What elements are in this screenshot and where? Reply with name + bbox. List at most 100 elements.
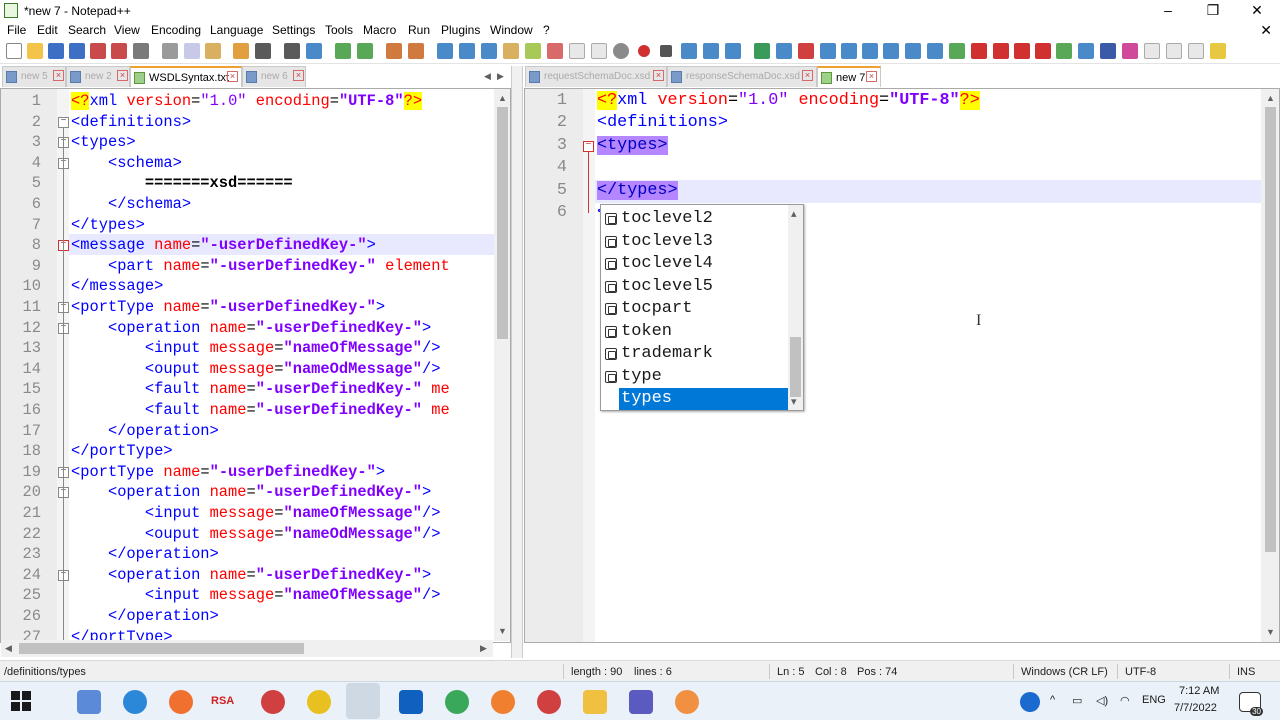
code-line[interactable]: <?xml version="1.0" encoding="UTF-8"?> bbox=[597, 90, 980, 112]
code-line[interactable]: <fault name="-userDefinedKey-" me bbox=[71, 379, 450, 400]
code-line[interactable]: <types> bbox=[597, 135, 668, 157]
autocomplete-scrollbar[interactable]: ▴ ▾ bbox=[788, 205, 803, 410]
scrollbar-thumb[interactable] bbox=[497, 107, 508, 339]
code-line[interactable]: </operation> bbox=[71, 606, 219, 627]
code-line[interactable]: <?xml version="1.0" encoding="UTF-8"?> bbox=[71, 91, 423, 112]
plugin-d-icon[interactable] bbox=[1122, 43, 1138, 59]
file-explorer-icon[interactable] bbox=[583, 690, 607, 714]
macro-play-icon[interactable] bbox=[681, 43, 697, 59]
tab-new-5[interactable]: new 5 × bbox=[2, 66, 66, 87]
autocomplete-item[interactable]: toclevel3 bbox=[601, 231, 789, 253]
autocomplete-item[interactable]: toclevel5 bbox=[601, 276, 789, 298]
code-line[interactable]: <schema> bbox=[71, 153, 182, 174]
redo-icon[interactable] bbox=[255, 43, 271, 59]
norton-icon[interactable] bbox=[307, 690, 331, 714]
tab-close-icon[interactable]: × bbox=[653, 70, 664, 81]
plugin-f-icon[interactable] bbox=[1166, 43, 1182, 59]
code-line[interactable]: <fault name="-userDefinedKey-" me bbox=[71, 400, 450, 421]
macro-record-button-icon[interactable] bbox=[638, 45, 650, 57]
nav-bar-icon[interactable] bbox=[905, 43, 921, 59]
teams-icon[interactable] bbox=[629, 690, 653, 714]
autocomplete-item[interactable]: token bbox=[601, 321, 789, 343]
notification-icon[interactable]: 30 bbox=[1239, 692, 1263, 716]
tab-wsdlsyntax[interactable]: WSDLSyntax.txt × bbox=[130, 66, 242, 87]
close-file-icon[interactable] bbox=[90, 43, 106, 59]
scrollbar-thumb[interactable] bbox=[1265, 107, 1276, 552]
fold-toggle-icon[interactable]: − bbox=[583, 140, 594, 152]
tab-close-icon[interactable]: × bbox=[802, 70, 813, 81]
tab-request-schema[interactable]: requestSchemaDoc.xsd × bbox=[525, 66, 667, 87]
code-line[interactable]: <operation name="-userDefinedKey-"> bbox=[71, 482, 431, 503]
code-line[interactable]: </operation> bbox=[71, 544, 219, 565]
language-indicator[interactable]: ENG bbox=[1142, 694, 1166, 706]
code-line[interactable]: <input message="nameOfMessage"/> bbox=[71, 585, 441, 606]
prev-diff-icon[interactable] bbox=[841, 43, 857, 59]
plugin-e-icon[interactable] bbox=[1144, 43, 1160, 59]
code-line[interactable]: <portType name="-userDefinedKey-"> bbox=[71, 462, 385, 483]
code-line[interactable]: </types> bbox=[597, 180, 678, 202]
plugin-g-icon[interactable] bbox=[1188, 43, 1204, 59]
open-file-icon[interactable] bbox=[27, 43, 43, 59]
firefox-icon[interactable] bbox=[491, 690, 515, 714]
avast-icon[interactable] bbox=[169, 690, 193, 714]
autocomplete-item[interactable]: toclevel2 bbox=[601, 208, 789, 230]
menu-macro[interactable]: Macro bbox=[363, 23, 396, 37]
macro-save-icon[interactable] bbox=[725, 43, 741, 59]
replace-icon[interactable] bbox=[306, 43, 322, 59]
code-line[interactable]: </operation> bbox=[71, 421, 219, 442]
print-icon[interactable] bbox=[133, 43, 149, 59]
rsa-icon[interactable]: RSA bbox=[211, 695, 241, 719]
code-line[interactable]: <definitions> bbox=[597, 112, 728, 134]
last-diff-icon[interactable] bbox=[883, 43, 899, 59]
code-line[interactable]: <input message="nameOfMessage"/> bbox=[71, 338, 441, 359]
chrome-icon[interactable] bbox=[445, 690, 469, 714]
clear-compare-icon[interactable] bbox=[798, 43, 814, 59]
postman-icon[interactable] bbox=[675, 690, 699, 714]
menu-view[interactable]: View bbox=[114, 23, 140, 37]
monitor-icon[interactable] bbox=[591, 43, 607, 59]
code-line[interactable]: <definitions> bbox=[71, 112, 191, 133]
menu-help[interactable]: ? bbox=[543, 23, 550, 37]
left-editor-pane[interactable]: 1 2 3 4 5 6 7 8 9 10 11 12 13 14 15 16 17 18 19 20 21 22 23 24 2… bbox=[0, 88, 511, 643]
indent-guide-icon[interactable] bbox=[481, 43, 497, 59]
zoom-out-icon[interactable] bbox=[357, 43, 373, 59]
tab-close-icon[interactable]: × bbox=[227, 71, 238, 82]
code-line[interactable]: </portType> bbox=[71, 441, 173, 462]
network-icon[interactable]: ▭ bbox=[1072, 694, 1082, 707]
start-icon[interactable] bbox=[10, 690, 34, 714]
scroll-up-icon[interactable]: ▲ bbox=[1266, 93, 1275, 103]
autocomplete-item[interactable]: tocpart bbox=[601, 298, 789, 320]
menu-run[interactable]: Run bbox=[408, 23, 430, 37]
plugin-i-icon[interactable] bbox=[1232, 43, 1248, 59]
tray-chevron-icon[interactable]: ^ bbox=[1050, 694, 1055, 706]
code-line[interactable]: <operation name="-userDefinedKey-"> bbox=[71, 565, 431, 586]
udl-icon[interactable] bbox=[503, 43, 519, 59]
record-macro-icon[interactable] bbox=[613, 43, 629, 59]
vertical-scrollbar[interactable]: ▲ ▼ bbox=[1261, 89, 1279, 642]
menu-plugins[interactable]: Plugins bbox=[441, 23, 480, 37]
clock-time[interactable]: 7:12 AM bbox=[1179, 685, 1219, 697]
notepadpp-taskbar-icon[interactable] bbox=[346, 683, 380, 719]
tab-close-icon[interactable]: × bbox=[293, 70, 304, 81]
cut-icon[interactable] bbox=[162, 43, 178, 59]
show-all-chars-icon[interactable] bbox=[459, 43, 475, 59]
plugin-c-icon[interactable] bbox=[1100, 43, 1116, 59]
paste-icon[interactable] bbox=[205, 43, 221, 59]
tab-new-6[interactable]: new 6 × bbox=[242, 66, 306, 87]
code-line[interactable]: <message name="-userDefinedKey-"> bbox=[71, 235, 376, 256]
tab-close-icon[interactable]: × bbox=[53, 70, 64, 81]
doc-map-icon[interactable] bbox=[525, 43, 541, 59]
find-icon[interactable] bbox=[284, 43, 300, 59]
new-file-icon[interactable] bbox=[6, 43, 22, 59]
menu-settings[interactable]: Settings bbox=[272, 23, 315, 37]
horizontal-scrollbar[interactable]: ◀ ▶ bbox=[1, 640, 493, 657]
code-line[interactable]: =======xsd====== bbox=[71, 173, 293, 194]
function-list-icon[interactable] bbox=[547, 43, 563, 59]
compare-icon[interactable] bbox=[754, 43, 770, 59]
tab-new-2[interactable]: new 2 × bbox=[66, 66, 130, 87]
code-line[interactable]: <ouput message="nameOdMessage"/> bbox=[71, 359, 441, 380]
firefox-dev-icon[interactable] bbox=[537, 690, 561, 714]
code-line[interactable]: <part name="-userDefinedKey-" element bbox=[71, 256, 450, 277]
compare-lines-icon[interactable] bbox=[776, 43, 792, 59]
close-button[interactable]: ✕ bbox=[1235, 0, 1279, 21]
